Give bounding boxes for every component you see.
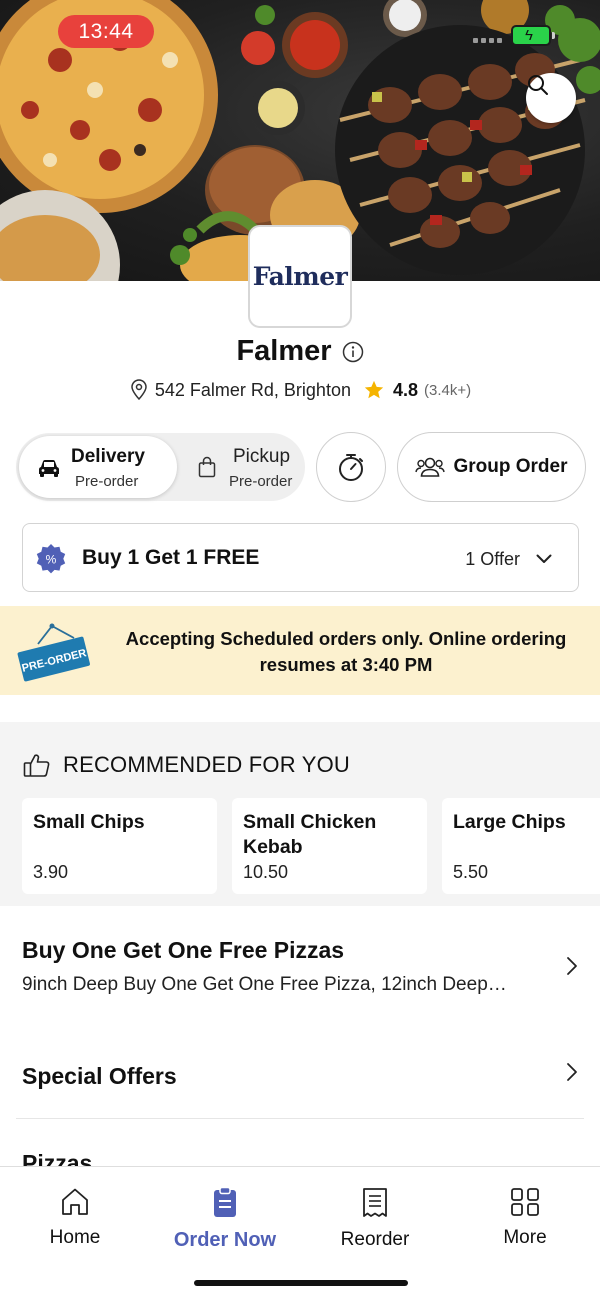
pickup-option[interactable]: Pickup Pre-order [180, 436, 302, 498]
schedule-time-button[interactable] [316, 432, 386, 502]
stopwatch-icon [339, 454, 363, 481]
preorder-message: Accepting Scheduled orders only. Online … [125, 628, 567, 675]
nav-reorder-label: Reorder [340, 1229, 410, 1250]
chevron-right-icon [567, 957, 577, 975]
nav-more-label: More [503, 1227, 547, 1248]
signal-icon [473, 38, 502, 43]
offer-dropdown[interactable]: % Buy 1 Get 1 FREE 1 Offer [22, 523, 579, 592]
category-row[interactable]: Pizzas [0, 1130, 600, 1166]
battery-icon: ϟ [511, 25, 555, 46]
location-pin-icon [131, 379, 147, 401]
recommended-header: RECOMMENDED FOR YOU [23, 752, 350, 778]
category-title: Pizzas [22, 1150, 93, 1166]
svg-text:%: % [46, 553, 57, 567]
category-row[interactable]: Buy One Get One Free Pizzas 9inch Deep B… [0, 906, 600, 1018]
shopping-bag-icon [198, 456, 216, 478]
receipt-icon [363, 1188, 387, 1217]
order-icon [214, 1187, 236, 1217]
recommended-heading: RECOMMENDED FOR YOU [63, 752, 350, 777]
store-rating: 4.8 [392, 379, 418, 400]
preorder-banner: PRE-ORDER Accepting Scheduled orders onl… [0, 606, 600, 695]
info-icon[interactable] [342, 341, 364, 363]
item-price: 10.50 [243, 862, 289, 882]
offer-count: 1 Offer [465, 549, 520, 569]
store-header: Falmer [0, 335, 600, 368]
nav-home[interactable]: Home [0, 1187, 150, 1249]
preorder-sign-icon: PRE-ORDER [17, 623, 90, 682]
store-name: Falmer [236, 335, 332, 367]
offer-title: Buy 1 Get 1 FREE [82, 546, 260, 569]
group-order-label: Group Order [453, 456, 568, 477]
recommended-item[interactable]: Large Chips 5.50 [442, 798, 600, 894]
item-price: 5.50 [453, 862, 489, 882]
item-name: Small Chips [33, 811, 145, 833]
search-button[interactable] [526, 73, 576, 123]
recommended-item[interactable]: Small Chips 3.90 [22, 798, 217, 894]
category-title: Buy One Get One Free Pizzas [22, 937, 345, 963]
chevron-down-icon [536, 554, 552, 563]
store-address: 542 Falmer Rd, Brighton [154, 379, 351, 400]
delivery-sublabel: Pre-order [75, 473, 139, 490]
category-row[interactable]: Special Offers [0, 1030, 600, 1118]
nav-more[interactable]: More [450, 1187, 600, 1249]
order-mode-toggle: Delivery Pre-order Pickup Pre-order [16, 433, 305, 501]
recommended-section: RECOMMENDED FOR YOU Small Chips 3.90 Sma… [0, 722, 600, 906]
pickup-sublabel: Pre-order [229, 473, 293, 490]
item-price: 3.90 [33, 862, 69, 882]
delivery-option[interactable]: Delivery Pre-order [19, 436, 177, 498]
store-logo: Falmer [248, 225, 352, 328]
delivery-label: Delivery [71, 446, 145, 467]
group-icon [415, 457, 446, 477]
recommended-item[interactable]: Small Chicken Kebab 10.50 [232, 798, 427, 894]
star-icon [364, 380, 384, 399]
home-icon [62, 1188, 88, 1215]
status-time: 13:44 [58, 15, 154, 48]
home-indicator [194, 1280, 408, 1286]
review-count: (3.4k+) [424, 381, 472, 399]
item-name: Small Chicken Kebab [243, 811, 377, 858]
discount-badge-icon: % [36, 544, 66, 574]
nav-home-label: Home [49, 1227, 101, 1248]
thumbs-up-icon [23, 754, 50, 777]
pickup-label: Pickup [233, 446, 291, 467]
chevron-right-icon [567, 1063, 577, 1081]
category-title: Special Offers [22, 1063, 177, 1089]
category-description: 9inch Deep Buy One Get One Free Pizza, 1… [22, 974, 507, 995]
nav-reorder[interactable]: Reorder [300, 1187, 450, 1251]
nav-order-now-label: Order Now [173, 1229, 277, 1251]
search-icon [528, 75, 548, 95]
car-icon [39, 460, 59, 477]
store-logo-text: Falmer [252, 262, 348, 291]
store-address-row: 542 Falmer Rd, Brighton 4.8 (3.4k+) [0, 379, 600, 401]
nav-order-now[interactable]: Order Now [150, 1187, 300, 1252]
item-name: Large Chips [453, 811, 566, 833]
group-order-button[interactable]: Group Order [397, 432, 586, 502]
grid-icon [511, 1188, 539, 1216]
bottom-nav: Home Order Now Reorder More [0, 1166, 600, 1298]
divider [16, 1118, 584, 1119]
